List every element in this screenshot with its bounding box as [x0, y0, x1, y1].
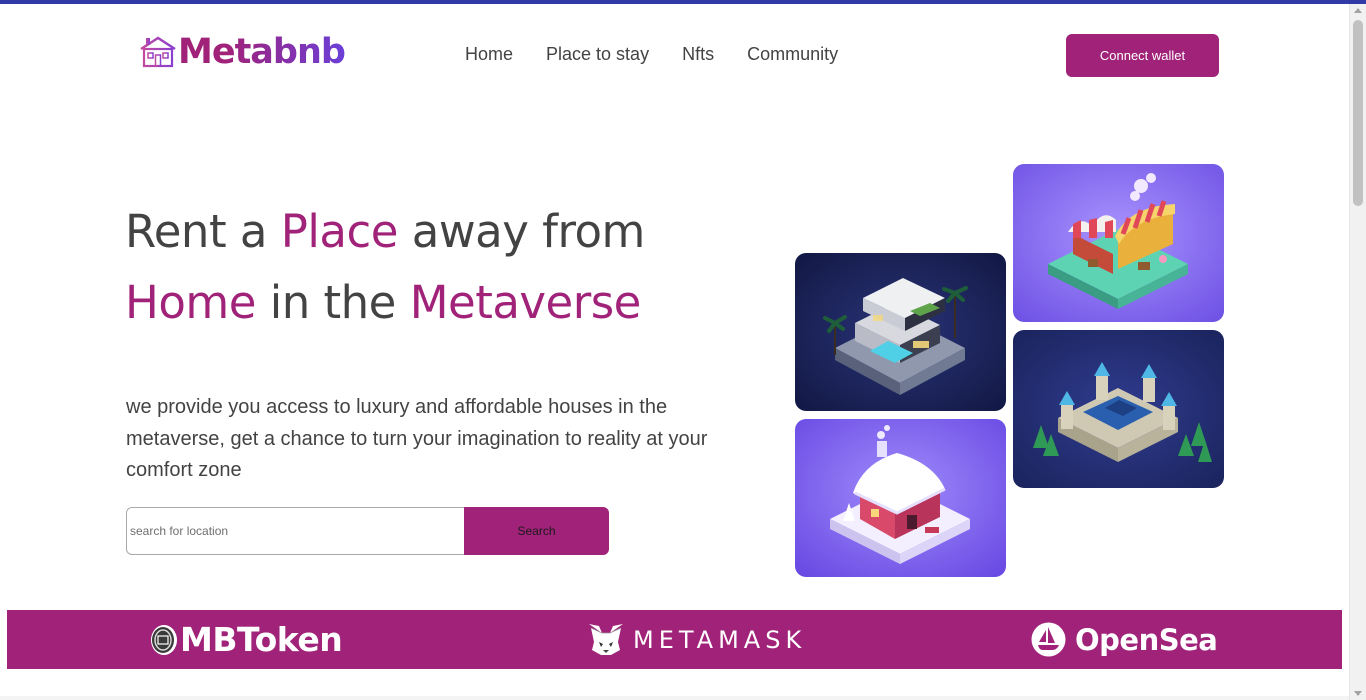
partners-band: MBToken METAMASK OpenSea — [7, 610, 1342, 669]
nav-item-place-to-stay[interactable]: Place to stay — [546, 44, 649, 65]
connect-wallet-button[interactable]: Connect wallet — [1066, 34, 1219, 77]
cottage-image — [795, 419, 1006, 577]
search-button[interactable]: Search — [464, 507, 609, 555]
scroll-down-arrow-icon[interactable] — [1354, 691, 1362, 696]
house-icon — [140, 36, 176, 68]
villa-image — [795, 253, 1006, 411]
hero-description: we provide you access to luxury and affo… — [126, 396, 708, 481]
hero-title-accent: Place — [280, 205, 399, 258]
metamask-text: METAMASK — [633, 625, 807, 654]
opensea-ship-icon — [1031, 622, 1066, 657]
search-input[interactable] — [126, 507, 464, 555]
hero-title: Rent a Place away from Home in the Metav… — [125, 196, 765, 338]
scroll-up-arrow-icon[interactable] — [1354, 8, 1362, 13]
bottom-divider — [0, 696, 1349, 700]
nav-item-community[interactable]: Community — [747, 44, 838, 65]
opensea-text: OpenSea — [1075, 622, 1218, 657]
mbtoken-coin-icon — [151, 624, 177, 655]
hero-title-part: Rent a — [125, 205, 281, 258]
main-nav: Home Place to stay Nfts Community — [465, 44, 871, 65]
hero-title-accent: Home — [125, 276, 256, 329]
scrollbar-thumb[interactable] — [1353, 20, 1363, 206]
logo[interactable]: Metabnb — [139, 32, 346, 72]
page-scrollbar[interactable] — [1349, 4, 1366, 700]
logo-text: Metabnb — [178, 32, 346, 72]
hero-title-part: in the — [255, 276, 410, 329]
nav-item-home[interactable]: Home — [465, 44, 513, 65]
nav-item-nfts[interactable]: Nfts — [682, 44, 714, 65]
hero-title-part: away from — [397, 205, 646, 258]
hero-title-accent: Metaverse — [409, 276, 642, 329]
market-image — [1013, 164, 1224, 322]
search-bar: Search — [126, 507, 609, 555]
mbtoken-logo: MBToken — [148, 610, 343, 669]
browser-top-strip — [0, 0, 1366, 4]
opensea-logo: OpenSea — [1031, 610, 1218, 669]
castle-image — [1013, 330, 1224, 488]
mbtoken-text: MBToken — [180, 620, 343, 659]
fox-icon — [589, 623, 623, 655]
metamask-logo: METAMASK — [587, 610, 806, 669]
